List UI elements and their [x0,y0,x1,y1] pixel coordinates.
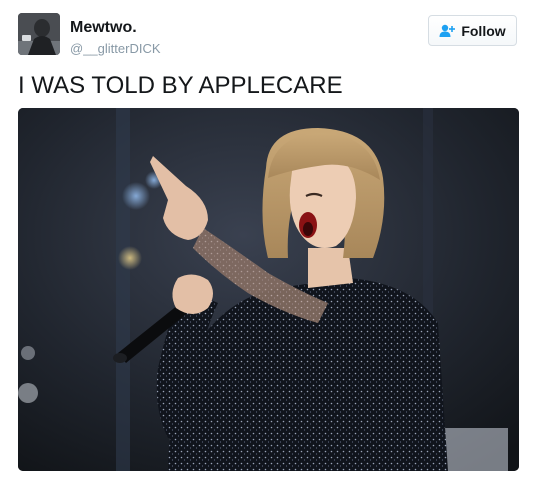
performer-photo [18,108,519,471]
follow-button[interactable]: Follow [428,15,517,46]
follow-button-label: Follow [461,22,506,39]
avatar-image [18,13,60,55]
add-user-icon [439,24,456,38]
author-display-name[interactable]: Mewtwo. [70,19,137,37]
author-handle[interactable]: @__glitterDICK [70,41,161,56]
tweet-card: Mewtwo. @__glitterDICK Follow I WAS TOLD… [0,0,541,478]
tweet-text: I WAS TOLD BY APPLECARE [18,72,343,99]
tweet-photo[interactable] [18,108,519,471]
avatar[interactable] [18,13,60,55]
